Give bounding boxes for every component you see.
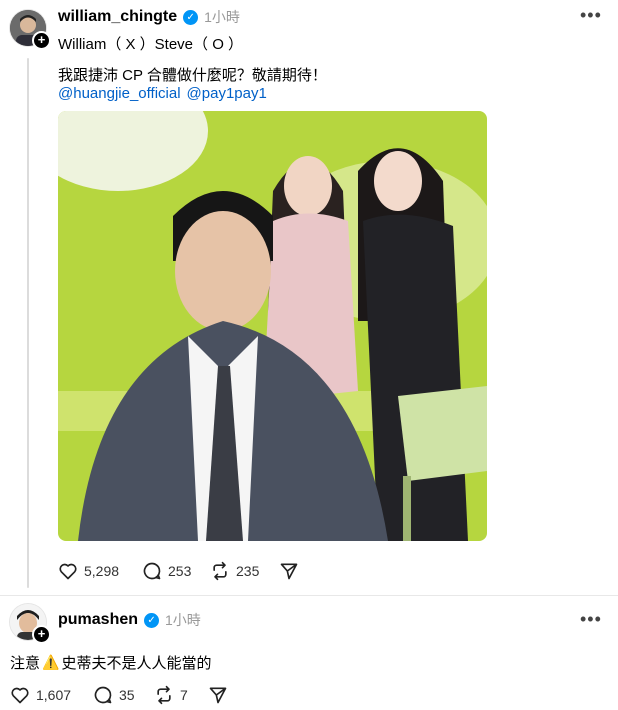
thread-line bbox=[27, 58, 29, 588]
comment-icon bbox=[94, 686, 112, 704]
post2-username[interactable]: pumashen bbox=[58, 611, 138, 629]
mention-huangjie[interactable]: @huangjie_official bbox=[58, 85, 181, 102]
send-icon bbox=[209, 687, 227, 704]
like-count: 5,298 bbox=[84, 563, 120, 579]
verified-badge-icon: ✓ bbox=[183, 9, 199, 25]
post-divider bbox=[0, 595, 618, 596]
comment-button[interactable]: 253 bbox=[142, 561, 191, 581]
like-button[interactable]: 5,298 bbox=[58, 561, 119, 581]
post1-username[interactable]: william_chingte bbox=[58, 8, 177, 26]
post2-text-after: 史蒂夫不是人人能當的 bbox=[61, 655, 212, 672]
more-icon-2[interactable]: ••• bbox=[580, 609, 602, 630]
post1-line2: 我跟捷沛 CP 合體做什麼呢？敬請期待！ bbox=[58, 67, 327, 84]
repost-count: 235 bbox=[236, 563, 260, 579]
comment-count-2: 35 bbox=[119, 687, 135, 703]
like-count-2: 1,607 bbox=[36, 687, 72, 703]
follow-plus-button[interactable]: + bbox=[32, 31, 51, 50]
warning-icon: ⚠️ bbox=[42, 654, 60, 670]
share-button[interactable] bbox=[279, 561, 299, 581]
comment-button-2[interactable]: 35 bbox=[93, 685, 135, 705]
repost-button[interactable]: 235 bbox=[210, 561, 259, 581]
like-button-2[interactable]: 1,607 bbox=[10, 685, 71, 705]
post2-text-before: 注意 bbox=[10, 655, 41, 672]
follow-plus-button-2[interactable]: + bbox=[32, 625, 51, 644]
more-icon[interactable]: ••• bbox=[580, 5, 602, 26]
verified-badge-icon: ✓ bbox=[144, 612, 160, 628]
mention-pay1pay1[interactable]: @pay1pay1 bbox=[187, 85, 267, 102]
repost-button-2[interactable]: 7 bbox=[154, 685, 188, 705]
comment-icon bbox=[143, 562, 161, 580]
post2-time[interactable]: 1小時 bbox=[165, 610, 201, 630]
comment-count: 253 bbox=[168, 563, 192, 579]
repost-icon bbox=[157, 685, 171, 705]
post1-line1: William（ X ）Steve（ O ） bbox=[58, 36, 244, 53]
send-icon bbox=[280, 563, 298, 580]
share-button-2[interactable] bbox=[208, 685, 228, 705]
post1-time[interactable]: 1小時 bbox=[204, 7, 240, 27]
repost-count-2: 7 bbox=[180, 687, 188, 703]
post1-photo[interactable] bbox=[58, 111, 487, 541]
repost-icon bbox=[213, 561, 227, 581]
post2-text: 注意 ⚠️ 史蒂夫不是人人能當的 bbox=[10, 652, 211, 673]
heart-icon bbox=[11, 687, 29, 704]
heart-icon bbox=[59, 563, 77, 580]
